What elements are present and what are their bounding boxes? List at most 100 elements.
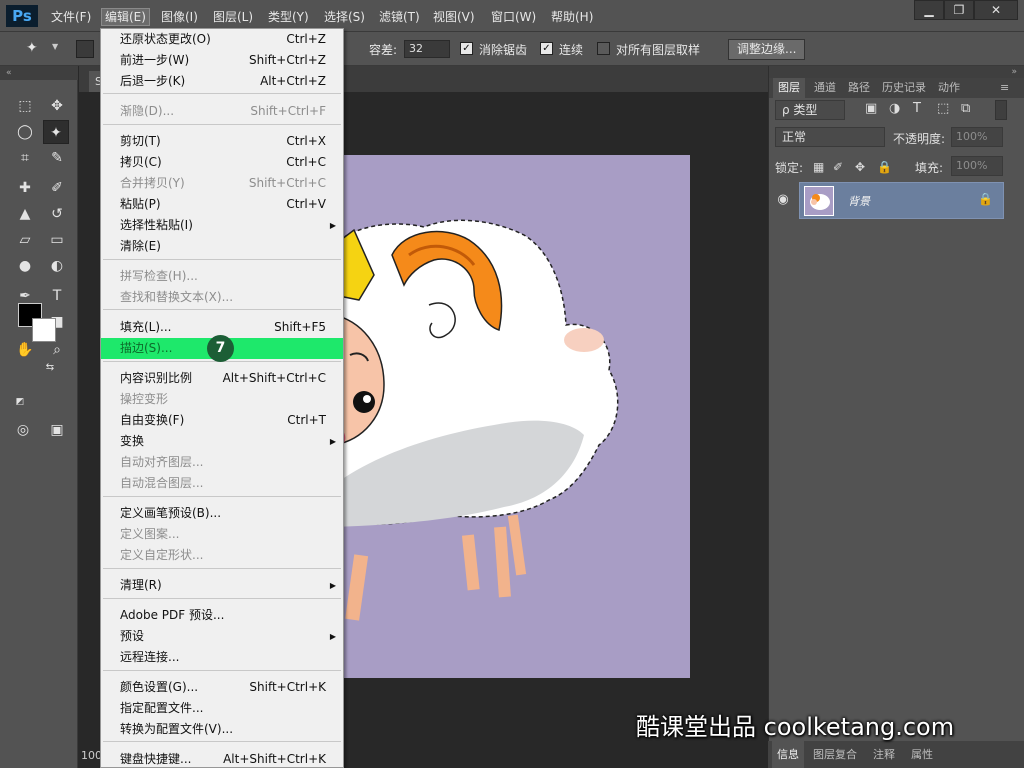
edit-menu-item[interactable]: 查找和替换文本(X)...	[101, 287, 343, 308]
chevron-down-icon[interactable]: ▼	[52, 42, 58, 51]
edit-menu-item[interactable]: 拷贝(C) Ctrl+C	[101, 152, 343, 173]
menu-edit[interactable]: 编辑(E)	[101, 8, 150, 26]
tab-properties[interactable]: 属性	[906, 741, 938, 768]
pixel-filter-icon[interactable]: ▣	[865, 101, 877, 116]
opacity-input[interactable]: 100%	[951, 127, 1003, 147]
shape-filter-icon[interactable]: ⬚	[937, 101, 949, 116]
panel-grip-icon[interactable]: «	[0, 66, 78, 80]
menu-select[interactable]: 选择(S)	[324, 9, 365, 25]
edit-menu-item[interactable]: 变换 ▶	[101, 431, 343, 452]
edit-menu-item[interactable]: 远程连接...	[101, 647, 343, 668]
edit-menu-item[interactable]: 还原状态更改(O) Ctrl+Z	[101, 29, 343, 50]
canvas[interactable]	[334, 155, 690, 678]
healing-brush-icon[interactable]: ✚	[12, 176, 38, 200]
menu-filter[interactable]: 滤镜(T)	[379, 9, 420, 25]
layer-row-background[interactable]: 背景 🔒	[799, 182, 1004, 219]
tab-actions[interactable]: 动作	[933, 78, 965, 98]
background-color-swatch[interactable]	[32, 318, 56, 342]
adjustment-filter-icon[interactable]: ◑	[889, 101, 900, 116]
tab-layers[interactable]: 图层	[773, 78, 805, 98]
lasso-icon[interactable]: ◯	[12, 120, 38, 144]
tab-notes[interactable]: 注释	[868, 741, 900, 768]
type-icon[interactable]: T	[44, 284, 70, 308]
refine-edge-button[interactable]: 调整边缘...	[728, 39, 806, 60]
marquee-icon[interactable]: ⬚	[12, 94, 38, 118]
edit-menu-item[interactable]: 粘贴(P) Ctrl+V	[101, 194, 343, 215]
move-icon[interactable]: ✥	[44, 94, 70, 118]
edit-menu-item[interactable]: 转换为配置文件(V)...	[101, 719, 343, 740]
minimize-button[interactable]: ▁	[914, 0, 944, 20]
menu-window[interactable]: 窗口(W)	[491, 9, 536, 25]
lock-all-icon[interactable]: 🔒	[877, 160, 892, 174]
panel-grip-icon[interactable]: »	[769, 66, 1024, 78]
lock-position-icon[interactable]: ✥	[855, 160, 865, 174]
history-brush-icon[interactable]: ↺	[44, 202, 70, 226]
menu-type[interactable]: 类型(Y)	[268, 9, 309, 25]
visibility-eye-icon[interactable]: ◉	[773, 192, 793, 208]
lock-transparency-icon[interactable]: ▦	[813, 160, 824, 174]
panel-menu-icon[interactable]: ≡	[995, 78, 1014, 98]
edit-menu-item[interactable]: 合并拷贝(Y) Shift+Ctrl+C	[101, 173, 343, 194]
edit-menu-item[interactable]: 自动混合图层...	[101, 473, 343, 494]
edit-menu-item[interactable]: 键盘快捷键... Alt+Shift+Ctrl+K	[101, 749, 343, 768]
screen-mode-icon[interactable]: ▣	[44, 418, 70, 442]
smart-object-filter-icon[interactable]: ⧉	[961, 101, 970, 116]
brush-icon[interactable]: ✐	[44, 176, 70, 200]
magic-wand-tool-icon[interactable]: ✦	[43, 120, 69, 144]
clone-stamp-icon[interactable]: ▲	[12, 202, 38, 226]
edit-menu-item[interactable]: Adobe PDF 预设...	[101, 605, 343, 626]
edit-menu-item[interactable]: 颜色设置(G)... Shift+Ctrl+K	[101, 677, 343, 698]
layer-filter-select[interactable]: ρ 类型	[775, 100, 845, 120]
edit-menu-item[interactable]: 清除(E)	[101, 236, 343, 257]
edit-menu-item[interactable]: 选择性粘贴(I) ▶	[101, 215, 343, 236]
edit-menu-item[interactable]: 自动对齐图层...	[101, 452, 343, 473]
maximize-button[interactable]: ❐	[944, 0, 974, 20]
edit-menu-item[interactable]: 内容识别比例 Alt+Shift+Ctrl+C	[101, 368, 343, 389]
magic-wand-icon[interactable]: ✦	[26, 40, 46, 58]
blend-mode-select[interactable]: 正常	[775, 127, 885, 147]
menu-image[interactable]: 图像(I)	[161, 9, 198, 25]
swap-colors-icon[interactable]: ⇆	[42, 360, 58, 376]
edit-menu-item[interactable]: 指定配置文件...	[101, 698, 343, 719]
edit-menu-item[interactable]: 前进一步(W) Shift+Ctrl+Z	[101, 50, 343, 71]
edit-menu-item[interactable]: 定义画笔预设(B)...	[101, 503, 343, 524]
dodge-icon[interactable]: ◐	[44, 254, 70, 278]
tolerance-input[interactable]: 32	[404, 40, 450, 58]
eraser-icon[interactable]: ▱	[12, 228, 38, 252]
menu-view[interactable]: 视图(V)	[433, 9, 475, 25]
default-colors-icon[interactable]: ◩	[12, 394, 28, 410]
blur-icon[interactable]: ●	[12, 254, 38, 278]
edit-menu-item[interactable]: 定义图案...	[101, 524, 343, 545]
edit-menu-item[interactable]: 后退一步(K) Alt+Ctrl+Z	[101, 71, 343, 92]
edit-menu-item[interactable]: 拼写检查(H)...	[101, 266, 343, 287]
tab-channels[interactable]: 通道	[809, 78, 841, 98]
filter-toggle-icon[interactable]	[995, 100, 1007, 120]
menu-file[interactable]: 文件(F)	[51, 9, 91, 25]
crop-icon[interactable]: ⌗	[12, 146, 38, 170]
tab-paths[interactable]: 路径	[843, 78, 875, 98]
menu-layer[interactable]: 图层(L)	[213, 9, 253, 25]
quick-mask-icon[interactable]: ◎	[10, 418, 36, 442]
close-button[interactable]: ✕	[974, 0, 1018, 20]
edit-menu-item[interactable]: 渐隐(D)... Shift+Ctrl+F	[101, 101, 343, 122]
edit-menu-item[interactable]: 定义自定形状...	[101, 545, 343, 566]
tab-history[interactable]: 历史记录	[877, 78, 931, 98]
contiguous-checkbox[interactable]: ✓	[540, 42, 553, 55]
new-selection-icon[interactable]	[76, 40, 94, 58]
lock-pixels-icon[interactable]: ✐	[833, 160, 843, 174]
eyedropper-icon[interactable]: ✎	[44, 146, 70, 170]
type-filter-icon[interactable]: T	[913, 101, 921, 116]
antialias-checkbox[interactable]: ✓	[460, 42, 473, 55]
layer-name[interactable]: 背景	[848, 193, 870, 209]
edit-menu-item[interactable]: 预设 ▶	[101, 626, 343, 647]
all-layers-checkbox[interactable]	[597, 42, 610, 55]
fill-input[interactable]: 100%	[951, 156, 1003, 176]
edit-menu-item[interactable]: 操控变形	[101, 389, 343, 410]
tab-info[interactable]: 信息	[772, 741, 804, 768]
edit-menu-item[interactable]: 剪切(T) Ctrl+X	[101, 131, 343, 152]
tab-layer-comps[interactable]: 图层复合	[808, 741, 862, 768]
menu-help[interactable]: 帮助(H)	[551, 9, 593, 25]
edit-menu-item[interactable]: 自由变换(F) Ctrl+T	[101, 410, 343, 431]
edit-menu-item[interactable]: 清理(R) ▶	[101, 575, 343, 596]
gradient-icon[interactable]: ▭	[44, 228, 70, 252]
